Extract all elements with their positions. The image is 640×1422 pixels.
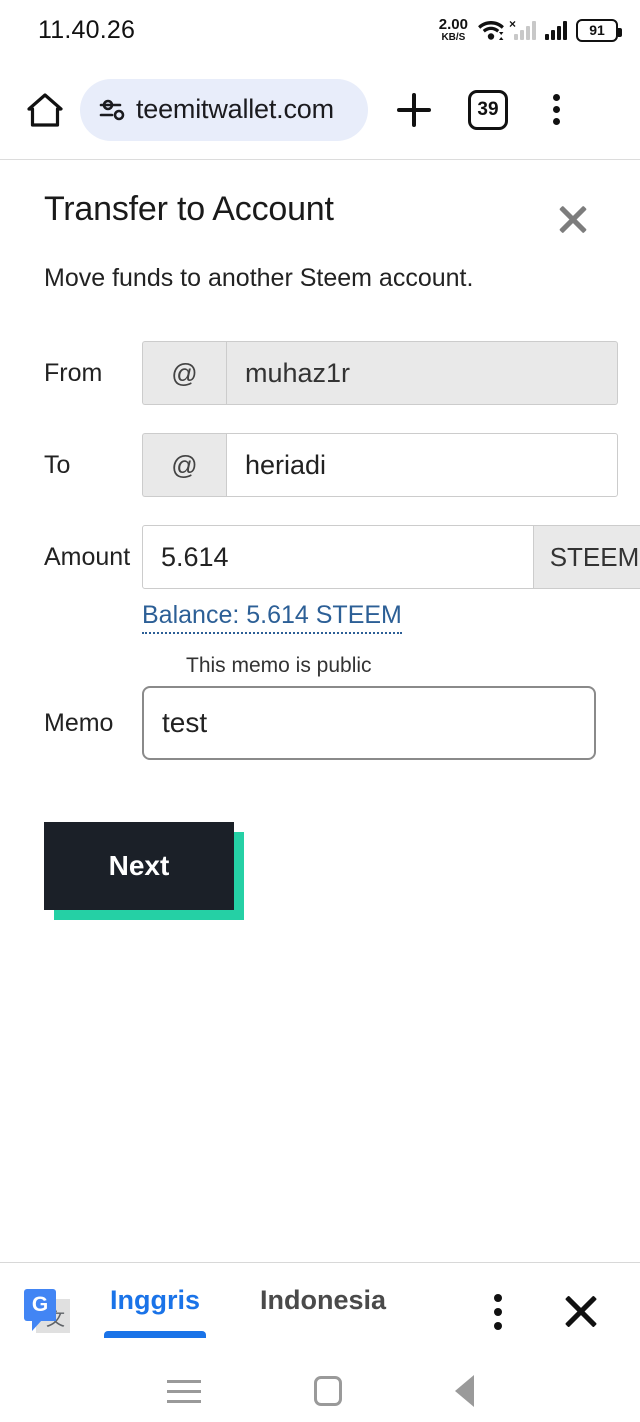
- browser-menu-button[interactable]: [526, 80, 586, 140]
- close-icon[interactable]: [550, 196, 596, 242]
- at-symbol-icon: @: [142, 433, 226, 497]
- to-row: To @: [44, 433, 618, 497]
- network-speed-value: 2.00: [438, 16, 468, 33]
- tab-switcher-button[interactable]: 39: [458, 80, 518, 140]
- url-text: teemitwallet.com: [136, 94, 334, 124]
- kebab-menu-icon: [552, 94, 560, 125]
- memo-label: Memo: [44, 708, 114, 737]
- phone-screen: 11.40.26 2.00 KB/S × 91 teemitwallet.com…: [0, 0, 640, 1422]
- signal-bars-icon: [545, 20, 567, 40]
- amount-input[interactable]: [142, 525, 534, 589]
- to-account-input[interactable]: [226, 433, 618, 497]
- browser-toolbar: teemitwallet.com 39: [0, 60, 640, 160]
- page-content: Transfer to Account Move funds to anothe…: [0, 160, 640, 920]
- tab-count: 39: [468, 89, 508, 130]
- url-bar[interactable]: teemitwallet.com: [80, 78, 368, 141]
- status-clock: 11.40.26: [38, 15, 136, 44]
- signal-x-icon: ×: [509, 17, 517, 31]
- home-icon[interactable]: [18, 83, 72, 137]
- balance-row: Balance: 5.614 STEEM: [44, 601, 596, 634]
- tab-target-language[interactable]: Indonesia: [254, 1285, 392, 1338]
- signal-bars-disabled-icon: ×: [509, 17, 536, 40]
- network-speed-indicator: 2.00 KB/S: [439, 17, 468, 43]
- network-speed-unit: KB/S: [441, 32, 466, 43]
- amount-label: Amount: [44, 542, 131, 571]
- from-input-group: @: [142, 341, 618, 405]
- amount-input-group: STEEM: [142, 525, 640, 589]
- currency-value: STEEM: [549, 541, 640, 572]
- google-translate-icon: 文 G: [24, 1288, 70, 1335]
- new-tab-button[interactable]: [384, 80, 444, 140]
- memo-hint: This memo is public: [186, 654, 372, 677]
- translate-g-bubble: G: [24, 1288, 56, 1331]
- from-account-input[interactable]: [226, 341, 618, 405]
- memo-row: Memo: [44, 686, 596, 760]
- page-title: Transfer to Account: [44, 190, 334, 228]
- home-square-icon[interactable]: [313, 1376, 342, 1406]
- balance-link[interactable]: Balance: 5.614 STEEM: [142, 601, 402, 634]
- status-indicators: 2.00 KB/S × 91: [439, 17, 622, 43]
- battery-level: 91: [589, 22, 605, 38]
- amount-row: Amount STEEM: [44, 525, 640, 589]
- translate-menu-button[interactable]: [494, 1293, 502, 1330]
- currency-select[interactable]: STEEM: [534, 525, 640, 589]
- status-bar: 11.40.26 2.00 KB/S × 91: [0, 0, 640, 60]
- translate-close-button[interactable]: [558, 1289, 604, 1335]
- translate-bar: 文 G Inggris Indonesia: [0, 1262, 640, 1360]
- transfer-form: From @ To @ Amount STEEM: [44, 341, 640, 920]
- android-nav-bar: [0, 1360, 640, 1422]
- next-button[interactable]: Next: [44, 822, 234, 910]
- tune-icon[interactable]: [98, 95, 128, 125]
- back-triangle-icon[interactable]: [454, 1375, 474, 1407]
- tab-source-language[interactable]: Inggris: [104, 1285, 207, 1338]
- submit-button-wrap: Next: [44, 822, 244, 920]
- dialog-subtitle: Move funds to another Steem account.: [44, 264, 474, 292]
- from-row: From @: [44, 341, 618, 405]
- to-input-group: @: [142, 433, 618, 497]
- wifi-icon: [477, 19, 505, 41]
- at-symbol-icon: @: [142, 341, 226, 405]
- plus-icon: [397, 92, 431, 127]
- memo-input[interactable]: [142, 686, 596, 760]
- battery-indicator: 91: [576, 18, 622, 42]
- recents-icon[interactable]: [166, 1379, 201, 1403]
- dialog-header: Transfer to Account: [44, 160, 596, 242]
- from-label: From: [44, 358, 103, 387]
- to-label: To: [44, 450, 71, 479]
